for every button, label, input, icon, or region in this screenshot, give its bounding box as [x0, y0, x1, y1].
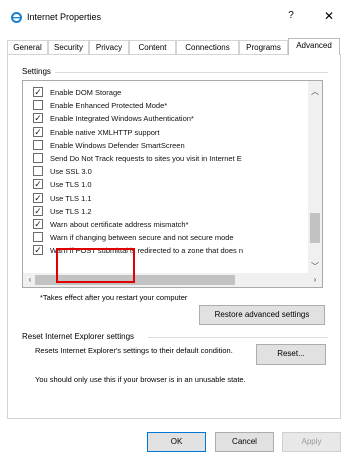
reset-group-label: Reset Internet Explorer settings	[22, 332, 138, 341]
vertical-scrollbar[interactable]: ︿ ﹀	[308, 81, 322, 274]
settings-group-label: Settings	[22, 67, 54, 76]
checkbox[interactable]: ✓	[33, 192, 43, 203]
settings-item-label: Enable Enhanced Protected Mode*	[50, 101, 168, 111]
apply-button[interactable]: Apply	[282, 432, 341, 452]
settings-item-label: Warn about certificate address mismatch*	[50, 220, 189, 229]
settings-list-item[interactable]: Use SSL 3.0	[23, 165, 303, 178]
vertical-scroll-thumb[interactable]	[310, 213, 320, 243]
restart-note: *Takes effect after you restart your com…	[40, 293, 188, 302]
tls-highlight-box	[56, 248, 135, 283]
settings-item-label: Use SSL 3.0	[50, 167, 92, 177]
settings-item-label: Use TLS 1.2	[50, 206, 92, 216]
help-button[interactable]: ?	[284, 10, 298, 24]
checkbox[interactable]: ✓	[33, 245, 43, 256]
tab-strip: General Security Privacy Content Connect…	[7, 38, 340, 55]
ok-button[interactable]: OK	[147, 432, 206, 452]
scroll-right-icon[interactable]: ›	[308, 273, 322, 287]
settings-list-item[interactable]: Enable Enhanced Protected Mode*	[23, 99, 303, 112]
settings-list-item[interactable]: ✓ Use TLS 1.0	[23, 178, 303, 191]
settings-list-item[interactable]: ✓ Warn about certificate address mismatch…	[23, 218, 303, 231]
settings-list-item[interactable]: Warn if changing between secure and not …	[23, 231, 303, 244]
checkbox[interactable]: ✓	[33, 126, 43, 137]
scroll-down-icon[interactable]: ﹀	[308, 260, 322, 274]
cancel-button[interactable]: Cancel	[215, 432, 274, 452]
settings-list-item[interactable]: ✓ Enable DOM Storage	[23, 86, 303, 99]
settings-list-item[interactable]: ✓ Enable native XMLHTTP support	[23, 126, 303, 139]
settings-item-label: Warn if changing between secure and not …	[50, 233, 234, 243]
checkbox[interactable]	[33, 232, 43, 243]
tab-general[interactable]: General	[7, 40, 48, 55]
settings-item-label: Use TLS 1.1	[50, 193, 92, 203]
settings-item-label: Enable native XMLHTTP support	[50, 127, 160, 137]
tab-security[interactable]: Security	[48, 40, 89, 55]
checkbox[interactable]: ✓	[33, 87, 43, 97]
reset-warning: You should only use this if your browser…	[35, 375, 246, 384]
tab-connections[interactable]: Connections	[176, 40, 239, 55]
close-button[interactable]: ✕	[322, 9, 336, 23]
settings-item-label: Enable DOM Storage	[50, 88, 122, 97]
settings-group-line	[55, 72, 328, 73]
settings-list-item[interactable]: ✓ Enable Integrated Windows Authenticatio…	[23, 112, 303, 125]
settings-item-label: Enable Integrated Windows Authentication…	[50, 114, 194, 124]
checkbox[interactable]	[33, 139, 43, 150]
scroll-up-icon[interactable]: ︿	[308, 85, 322, 99]
checkbox[interactable]	[33, 166, 43, 177]
tab-advanced[interactable]: Advanced	[288, 38, 340, 55]
settings-item-label: Use TLS 1.0	[50, 180, 92, 190]
checkbox[interactable]: ✓	[33, 219, 43, 229]
reset-group-line	[148, 337, 328, 338]
checkbox[interactable]: ✓	[33, 113, 43, 124]
reset-button[interactable]: Reset...	[256, 344, 326, 365]
internet-explorer-icon	[11, 12, 22, 23]
settings-list-item[interactable]: Enable Windows Defender SmartScreen	[23, 139, 303, 152]
tab-programs[interactable]: Programs	[239, 40, 288, 55]
settings-list-item[interactable]: ✓ Use TLS 1.1	[23, 192, 303, 205]
checkbox[interactable]: ✓	[33, 179, 43, 190]
checkbox[interactable]	[33, 100, 43, 111]
reset-description: Resets Internet Explorer's settings to t…	[35, 346, 233, 355]
settings-list-item[interactable]: Send Do Not Track requests to sites you …	[23, 152, 303, 165]
tab-privacy[interactable]: Privacy	[89, 40, 129, 55]
window-title: Internet Properties	[27, 12, 102, 22]
checkbox[interactable]: ✓	[33, 205, 43, 216]
settings-list-item[interactable]: ✓ Use TLS 1.2	[23, 205, 303, 218]
settings-item-label: Enable Windows Defender SmartScreen	[50, 140, 185, 150]
settings-item-label: Send Do Not Track requests to sites you …	[50, 154, 242, 163]
checkbox[interactable]	[33, 153, 43, 163]
restore-advanced-settings-button[interactable]: Restore advanced settings	[199, 305, 325, 325]
title-bar: Internet Properties ? ✕	[0, 0, 347, 34]
tab-content[interactable]: Content	[129, 40, 176, 55]
